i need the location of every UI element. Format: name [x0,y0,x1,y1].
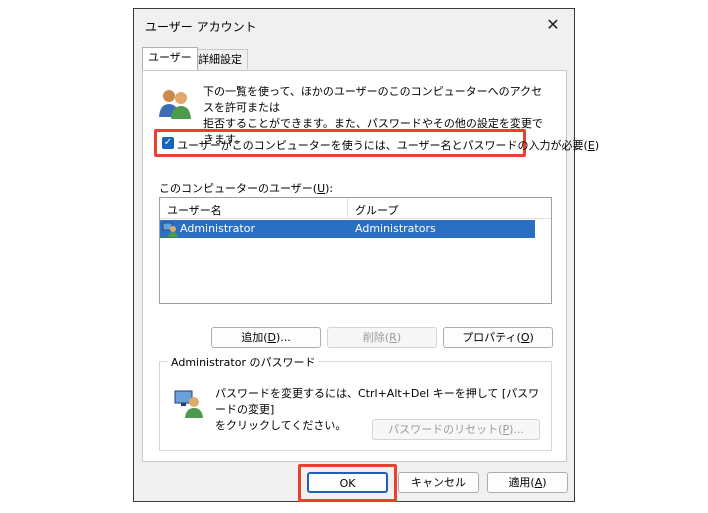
users-list-label: このコンピューターのユーザー(U): [159,182,334,195]
cancel-button[interactable]: キャンセル [398,472,479,493]
require-password-highlight: ✓ ユーザーがこのコンピューターを使うには、ユーザー名とパスワードの入力が必要(… [154,129,599,157]
properties-button[interactable]: プロパティ(O) [443,327,553,348]
remove-user-button[interactable]: 削除(R) [327,327,437,348]
users-group-icon [159,90,191,119]
user-monitor-icon [174,390,203,418]
user-accounts-dialog: ユーザー アカウント ✕ ユーザー 詳細設定 下の一覧を使って、ほかのユーザーの… [133,8,599,502]
users-listview[interactable]: ユーザー名 グループ Administrator Administrators [159,197,552,304]
column-username[interactable]: ユーザー名 [167,202,222,218]
reset-password-button[interactable]: パスワードのリセット(P)... [372,419,540,440]
ok-button[interactable]: OK [307,472,388,493]
row-group: Administrators [355,222,436,235]
title-bar[interactable]: ユーザー アカウント ✕ [134,9,574,41]
window-title: ユーザー アカウント [145,20,257,34]
listview-header: ユーザー名 グループ [160,198,551,219]
users-tab-panel: 下の一覧を使って、ほかのユーザーのこのコンピューターへのアクセスを許可または 拒… [142,70,599,462]
row-username: Administrator [180,222,255,235]
column-divider[interactable] [347,198,348,218]
require-password-checkbox[interactable]: ✓ [162,137,174,149]
tab-advanced[interactable]: 詳細設定 [192,49,248,69]
close-icon[interactable]: ✕ [542,14,564,36]
user-icon [162,222,178,237]
password-group-title: Administrator のパスワード [168,354,319,370]
require-password-label[interactable]: ユーザーがこのコンピューターを使うには、ユーザー名とパスワードの入力が必要(E) [177,137,599,153]
tab-users[interactable]: ユーザー [142,47,198,70]
column-group[interactable]: グループ [355,202,398,218]
table-row[interactable]: Administrator Administrators [160,220,535,238]
apply-button[interactable]: 適用(A) [487,472,568,493]
password-groupbox: Administrator のパスワード パスワードを変更するには、Ctrl+A… [159,354,552,451]
add-user-button[interactable]: 追加(D)... [211,327,321,348]
